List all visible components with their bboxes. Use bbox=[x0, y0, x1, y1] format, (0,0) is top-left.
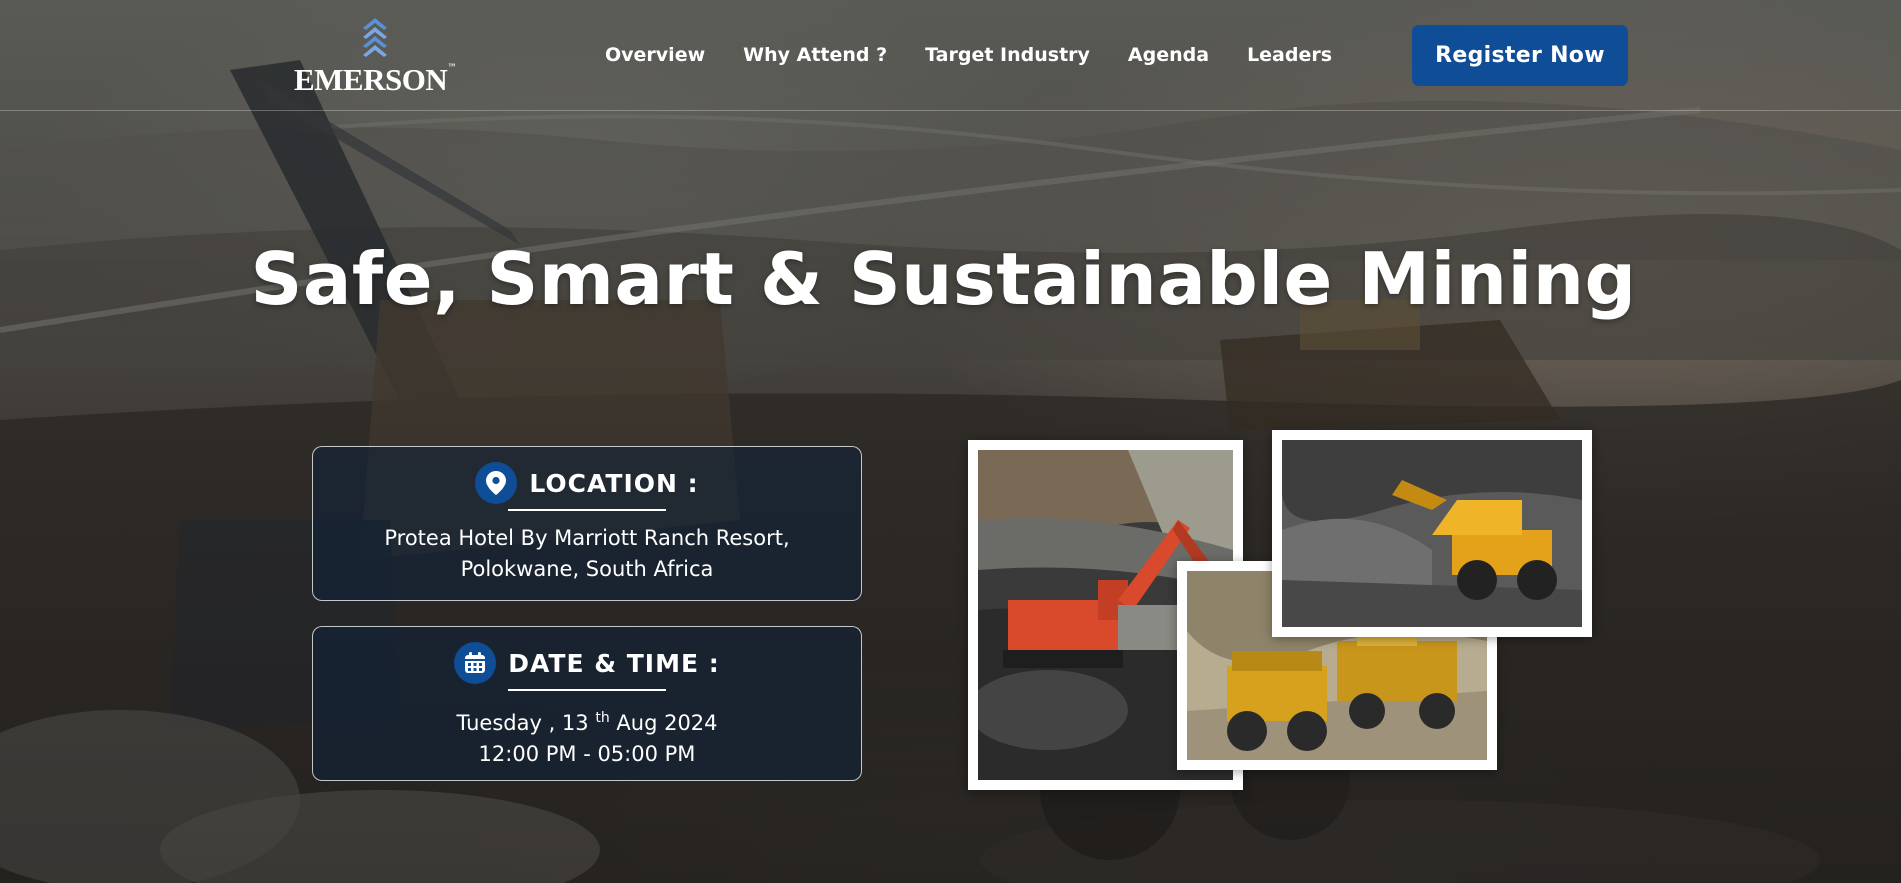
event-time: 12:00 PM - 05:00 PM bbox=[478, 742, 696, 766]
location-address-line2: Polokwane, South Africa bbox=[460, 557, 714, 581]
event-month-year: Aug 2024 bbox=[616, 711, 718, 735]
map-pin-icon bbox=[475, 462, 518, 504]
register-now-button[interactable]: Register Now bbox=[1412, 25, 1628, 86]
nav-target-industry[interactable]: Target Industry bbox=[906, 40, 1109, 70]
nav-leaders[interactable]: Leaders bbox=[1228, 40, 1351, 70]
datetime-card: DATE & TIME : Tuesday , 13 th Aug 2024 1… bbox=[312, 626, 862, 781]
emerson-diamond-icon bbox=[363, 18, 387, 57]
datetime-card-header: DATE & TIME : bbox=[313, 641, 861, 685]
location-address-line1: Protea Hotel By Marriott Ranch Resort, bbox=[384, 526, 790, 550]
event-day: Tuesday , 13 bbox=[456, 711, 589, 735]
location-divider bbox=[508, 509, 666, 511]
background-overlay bbox=[0, 0, 1901, 883]
calendar-icon bbox=[454, 642, 497, 684]
location-card: LOCATION : Protea Hotel By Marriott Ranc… bbox=[312, 446, 862, 601]
loader-truck-photo bbox=[1272, 430, 1592, 637]
emerson-logo[interactable]: EMERSON™ bbox=[294, 18, 464, 97]
datetime-divider bbox=[508, 689, 666, 691]
hero-title: Safe, Smart & Sustainable Mining bbox=[250, 237, 1637, 321]
brand-name: EMERSON™ bbox=[294, 62, 455, 97]
site-header: EMERSON™ Overview Why Attend ? Target In… bbox=[0, 0, 1901, 111]
background-mining-scene bbox=[0, 60, 1901, 883]
location-card-header: LOCATION : bbox=[313, 461, 861, 505]
location-heading: LOCATION : bbox=[529, 468, 699, 498]
event-date: Tuesday , 13 th Aug 2024 bbox=[313, 703, 861, 739]
main-nav: Overview Why Attend ? Target Industry Ag… bbox=[586, 40, 1351, 70]
nav-why-attend[interactable]: Why Attend ? bbox=[724, 40, 906, 70]
event-day-ordinal: th bbox=[595, 710, 610, 726]
nav-overview[interactable]: Overview bbox=[586, 40, 724, 70]
nav-agenda[interactable]: Agenda bbox=[1109, 40, 1228, 70]
datetime-heading: DATE & TIME : bbox=[508, 648, 720, 678]
